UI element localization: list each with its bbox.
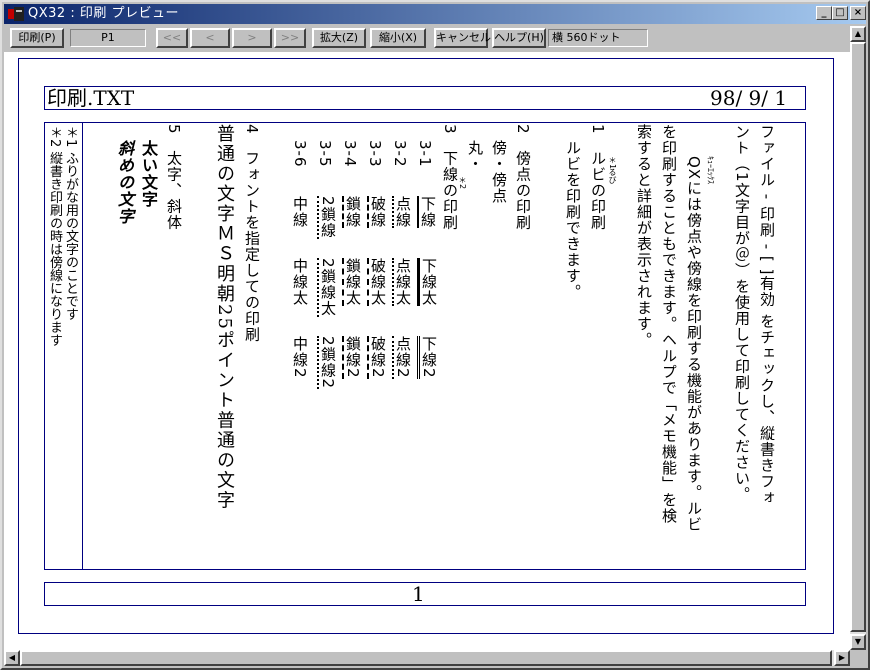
row-3-6-number: 3-6 xyxy=(291,140,309,168)
next-page-button[interactable]: > xyxy=(232,28,272,48)
text-ruby-body: ルビを印刷できます。 xyxy=(564,140,582,300)
bouten-line-1: 傍・傍点 xyxy=(490,140,508,204)
resolution-field: 横 560ドット xyxy=(548,29,648,47)
row-3-1-a: 下線 xyxy=(417,196,437,228)
header-date: 98/ 9/ 1 xyxy=(710,86,788,110)
window: QX32 : 印刷 プレビュー _ □ × 印刷(P) P1 << < > >>… xyxy=(0,0,870,670)
row-3-3-a: 破線 xyxy=(367,196,387,228)
text-line-5: 索すると詳細が表示されます。 xyxy=(635,124,653,348)
heading-ruby: 1 ルビの印刷 xyxy=(589,124,607,231)
scroll-left-button[interactable]: ◀ xyxy=(4,650,20,666)
text-line-3: QXには傍点や傍線を印刷する機能があります。ルビ xyxy=(685,156,703,533)
row-3-6-a: 中線 xyxy=(291,196,309,228)
row-3-4-c: 鎖線2 xyxy=(342,336,362,379)
window-title: QX32 : 印刷 プレビュー xyxy=(28,6,179,21)
font-sample: 普通の文字ＭＳ明朝25ポイント普通の文字 xyxy=(214,124,235,511)
row-3-4-b: 鎖線太 xyxy=(342,258,362,306)
bold-sample: 太い文字 xyxy=(139,140,158,208)
row-3-5-c: 2鎖線2 xyxy=(317,336,337,390)
size-grip[interactable] xyxy=(850,650,866,666)
title-bar[interactable]: QX32 : 印刷 プレビュー _ □ × xyxy=(4,4,866,24)
margin-divider xyxy=(82,122,83,570)
text-line-4: を印刷することもできます。ヘルプで「メモ機能」を検 xyxy=(660,124,678,524)
zoom-in-button[interactable]: 拡大(Z) xyxy=(312,28,366,48)
horizontal-scroll-thumb[interactable] xyxy=(20,650,832,666)
vertical-scrollbar[interactable]: ▲ ▼ xyxy=(850,26,866,650)
vertical-scroll-thumb[interactable] xyxy=(850,42,866,632)
ruby-qx: ｷｭｰｴｯｸｽ xyxy=(706,156,715,184)
preview-area[interactable]: 印刷.TXT 98/ 9/ 1 ファイル - 印刷 - [ ]有効 をチェックし… xyxy=(4,52,850,650)
page-footer xyxy=(44,582,806,606)
row-3-2-number: 3-2 xyxy=(391,140,409,168)
row-3-3-b: 破線太 xyxy=(367,258,387,306)
footnote-mark-2: ＊2 xyxy=(458,176,467,190)
last-page-button[interactable]: >> xyxy=(274,28,306,48)
cancel-button[interactable]: キャンセル xyxy=(434,28,491,48)
row-3-6-b: 中線太 xyxy=(291,258,309,306)
zoom-out-button[interactable]: 縮小(X) xyxy=(370,28,426,48)
row-3-2-b: 点線太 xyxy=(392,258,412,306)
ruby-rubi: るび xyxy=(608,168,617,184)
row-3-2-a: 点線 xyxy=(392,196,412,228)
margin-note-2: ＊2 縦書き印刷の時は傍線になります xyxy=(47,126,62,347)
text-line-2: ント（1文字目が＠）を使用して印刷してください。 xyxy=(733,124,751,503)
heading-underline: 3 下線の印刷 xyxy=(441,124,459,231)
row-3-4-a: 鎖線 xyxy=(342,196,362,228)
row-3-1-c: 下線2 xyxy=(417,336,438,379)
maximize-button[interactable]: □ xyxy=(832,6,848,20)
row-3-5-number: 3-5 xyxy=(316,140,334,168)
row-3-1-number: 3-1 xyxy=(416,140,434,168)
row-3-3-c: 破線2 xyxy=(367,336,387,379)
page-indicator: P1 xyxy=(70,29,146,47)
row-3-5-a: 2鎖線 xyxy=(317,196,337,239)
row-3-2-c: 点線2 xyxy=(392,336,412,379)
footnote-mark-1: ＊1 xyxy=(608,156,617,170)
italic-sample: 斜めの文字 xyxy=(115,140,134,225)
margin-note-1: ＊1 ふりがな用の文字のことです xyxy=(63,126,78,321)
first-page-button[interactable]: << xyxy=(156,28,188,48)
heading-bouten: 2 傍点の印刷 xyxy=(514,124,532,231)
row-3-4-number: 3-4 xyxy=(341,140,359,168)
row-3-5-b: 2鎖線太 xyxy=(317,258,337,317)
minimize-button[interactable]: _ xyxy=(816,6,832,20)
print-button[interactable]: 印刷(P) xyxy=(10,28,64,48)
toolbar: 印刷(P) P1 << < > >> 拡大(Z) 縮小(X) キャンセル ヘルプ… xyxy=(4,26,866,50)
header-filename: 印刷.TXT xyxy=(47,86,135,110)
help-button[interactable]: ヘルプ(H) xyxy=(492,28,546,48)
text-line-1: ファイル - 印刷 - [ ]有効 をチェックし、縦書きフォ xyxy=(758,124,776,506)
row-3-1-b: 下線太 xyxy=(417,258,438,306)
row-3-3-number: 3-3 xyxy=(366,140,384,168)
horizontal-scrollbar[interactable]: ◀ ▶ xyxy=(4,650,850,666)
scroll-down-button[interactable]: ▼ xyxy=(850,634,866,650)
bouten-line-2: 丸・ xyxy=(466,140,484,172)
scroll-right-button[interactable]: ▶ xyxy=(834,650,850,666)
row-3-6-c: 中線2 xyxy=(291,336,309,379)
page-number: 1 xyxy=(412,582,425,606)
page-header xyxy=(44,86,806,110)
heading-font: 4 フォントを指定しての印刷 xyxy=(243,124,261,343)
heading-style: 5 太字、斜体 xyxy=(165,124,183,231)
app-icon xyxy=(8,7,24,21)
close-button[interactable]: × xyxy=(850,6,866,20)
prev-page-button[interactable]: < xyxy=(190,28,230,48)
scroll-up-button[interactable]: ▲ xyxy=(850,26,866,42)
